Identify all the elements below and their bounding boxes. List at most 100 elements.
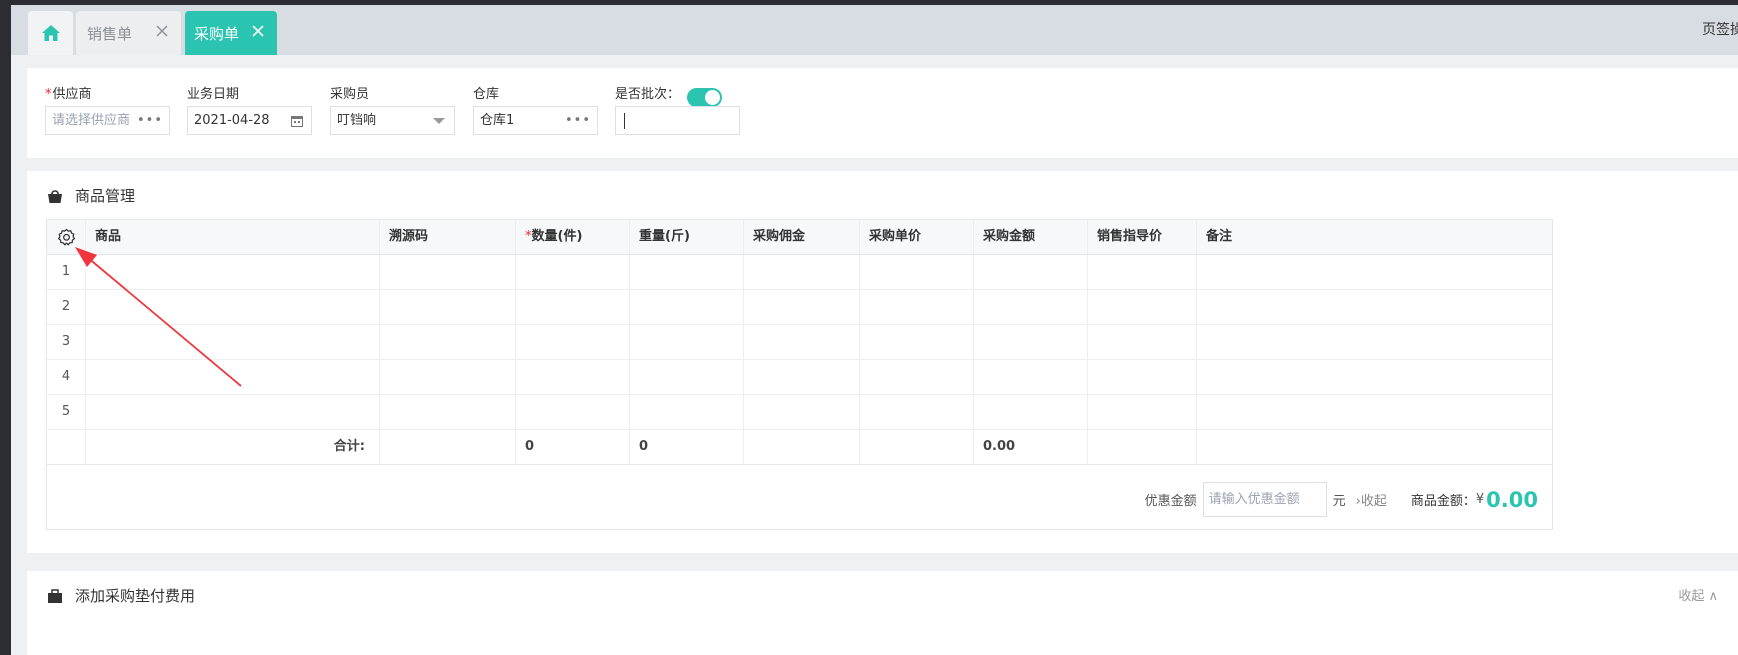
discount-bar: 优惠金额 请输入优惠金额 元 ›收起 商品金额： ¥ 0.00 bbox=[1145, 482, 1538, 517]
cell-quantity[interactable] bbox=[516, 360, 630, 394]
cell-remark[interactable] bbox=[1197, 395, 1552, 429]
column-header-weight[interactable]: 重量(斤) bbox=[630, 220, 744, 254]
tab-purchase-order[interactable]: 采购单 bbox=[185, 11, 277, 55]
settings-cell[interactable] bbox=[47, 220, 86, 254]
text-cursor bbox=[624, 113, 625, 129]
gear-icon[interactable] bbox=[57, 228, 76, 247]
total-remark bbox=[1197, 430, 1552, 464]
row-number: 4 bbox=[47, 360, 86, 394]
cell-unit-price[interactable] bbox=[860, 255, 974, 289]
column-header-remark[interactable]: 备注 bbox=[1197, 220, 1552, 254]
cell-commission[interactable] bbox=[744, 255, 860, 289]
column-header-quantity[interactable]: *数量(件) bbox=[516, 220, 630, 254]
supplier-placeholder: 请选择供应商 bbox=[52, 113, 131, 128]
buyer-value: 叮铛响 bbox=[337, 113, 377, 128]
cell-quantity[interactable] bbox=[516, 325, 630, 359]
cell-quantity[interactable] bbox=[516, 255, 630, 289]
cell-trace-code[interactable] bbox=[380, 325, 516, 359]
tab-home[interactable] bbox=[28, 11, 73, 55]
column-header-guide-price[interactable]: 销售指导价 bbox=[1088, 220, 1197, 254]
tab-sales-order[interactable]: 销售单 bbox=[76, 11, 181, 55]
cell-commission[interactable] bbox=[744, 290, 860, 324]
column-header-unit-price[interactable]: 采购单价 bbox=[860, 220, 974, 254]
cell-unit-price[interactable] bbox=[860, 395, 974, 429]
fee-section-title[interactable]: 添加采购垫付费用 bbox=[47, 585, 195, 606]
cell-weight[interactable] bbox=[630, 290, 744, 324]
table-row[interactable]: 3 bbox=[47, 325, 1552, 360]
cell-product[interactable] bbox=[86, 325, 380, 359]
cell-product[interactable] bbox=[86, 360, 380, 394]
column-header-commission[interactable]: 采购佣金 bbox=[744, 220, 860, 254]
cell-trace-code[interactable] bbox=[380, 255, 516, 289]
column-header-trace-code[interactable]: 溯源码 bbox=[380, 220, 516, 254]
column-header-amount[interactable]: 采购金额 bbox=[974, 220, 1088, 254]
warehouse-field: 仓库 bbox=[473, 86, 499, 104]
goods-summary: 优惠金额 请输入优惠金额 元 ›收起 商品金额： ¥ 0.00 bbox=[47, 465, 1552, 529]
cell-amount[interactable] bbox=[974, 395, 1088, 429]
cell-remark[interactable] bbox=[1197, 360, 1552, 394]
cell-commission[interactable] bbox=[744, 325, 860, 359]
cell-unit-price[interactable] bbox=[860, 290, 974, 324]
cell-quantity[interactable] bbox=[516, 395, 630, 429]
cell-amount[interactable] bbox=[974, 255, 1088, 289]
calendar-icon[interactable] bbox=[291, 115, 303, 127]
cell-trace-code[interactable] bbox=[380, 395, 516, 429]
table-row[interactable]: 4 bbox=[47, 360, 1552, 395]
cell-trace-code[interactable] bbox=[380, 290, 516, 324]
discount-label: 优惠金额 bbox=[1144, 494, 1197, 509]
cell-weight[interactable] bbox=[630, 325, 744, 359]
cell-amount[interactable] bbox=[974, 325, 1088, 359]
collapse-toggle[interactable]: ›收起 bbox=[1356, 490, 1387, 509]
cell-guide-price[interactable] bbox=[1088, 290, 1197, 324]
cell-trace-code[interactable] bbox=[380, 360, 516, 394]
cell-remark[interactable] bbox=[1197, 290, 1552, 324]
cell-amount[interactable] bbox=[974, 290, 1088, 324]
cell-remark[interactable] bbox=[1197, 325, 1552, 359]
cell-product[interactable] bbox=[86, 255, 380, 289]
cell-commission[interactable] bbox=[744, 395, 860, 429]
cell-commission[interactable] bbox=[744, 360, 860, 394]
buyer-select[interactable]: 叮铛响 bbox=[330, 106, 455, 135]
cell-guide-price[interactable] bbox=[1088, 255, 1197, 289]
cell-unit-price[interactable] bbox=[860, 360, 974, 394]
cell-guide-price[interactable] bbox=[1088, 395, 1197, 429]
date-value: 2021-04-28 bbox=[194, 113, 270, 128]
tab-sales-label: 销售单 bbox=[87, 24, 133, 43]
supplier-input[interactable]: 请选择供应商 ••• bbox=[45, 106, 170, 135]
batch-toggle[interactable] bbox=[687, 88, 722, 107]
warehouse-value: 仓库1 bbox=[480, 113, 515, 128]
goods-panel: 商品管理 商品 溯源码 *数量(件) 重量(斤) 采购佣金 采购单价 采购金额 … bbox=[27, 171, 1738, 553]
batch-input[interactable] bbox=[615, 106, 740, 135]
cell-unit-price[interactable] bbox=[860, 325, 974, 359]
cell-guide-price[interactable] bbox=[1088, 325, 1197, 359]
tab-purchase-label: 采购单 bbox=[194, 24, 240, 43]
table-row[interactable]: 2 bbox=[47, 290, 1552, 325]
more-icon[interactable]: ••• bbox=[565, 107, 591, 134]
cell-product[interactable] bbox=[86, 395, 380, 429]
fee-collapse-toggle[interactable]: 收起 ∧ bbox=[1678, 585, 1718, 604]
supplier-label-text: 供应商 bbox=[52, 87, 92, 102]
more-icon[interactable]: ••• bbox=[137, 107, 163, 134]
close-icon[interactable] bbox=[249, 22, 267, 40]
table-row[interactable]: 5 bbox=[47, 395, 1552, 430]
cell-weight[interactable] bbox=[630, 255, 744, 289]
goods-table: 商品 溯源码 *数量(件) 重量(斤) 采购佣金 采购单价 采购金额 销售指导价… bbox=[46, 219, 1553, 530]
warehouse-input[interactable]: 仓库1 ••• bbox=[473, 106, 598, 135]
close-icon[interactable] bbox=[153, 22, 171, 40]
goods-section-title: 商品管理 bbox=[47, 185, 135, 206]
cell-product[interactable] bbox=[86, 290, 380, 324]
table-row[interactable]: 1 bbox=[47, 255, 1552, 290]
goods-title-text: 商品管理 bbox=[75, 187, 136, 205]
cell-guide-price[interactable] bbox=[1088, 360, 1197, 394]
toggle-knob bbox=[705, 90, 720, 105]
tab-actions-menu[interactable]: 页签操 bbox=[1702, 19, 1738, 39]
discount-input[interactable]: 请输入优惠金额 bbox=[1202, 482, 1327, 517]
cell-amount[interactable] bbox=[974, 360, 1088, 394]
cell-quantity[interactable] bbox=[516, 290, 630, 324]
total-commission bbox=[744, 430, 860, 464]
column-header-product[interactable]: 商品 bbox=[86, 220, 380, 254]
cell-remark[interactable] bbox=[1197, 255, 1552, 289]
cell-weight[interactable] bbox=[630, 360, 744, 394]
cell-weight[interactable] bbox=[630, 395, 744, 429]
date-input[interactable]: 2021-04-28 bbox=[187, 106, 312, 135]
